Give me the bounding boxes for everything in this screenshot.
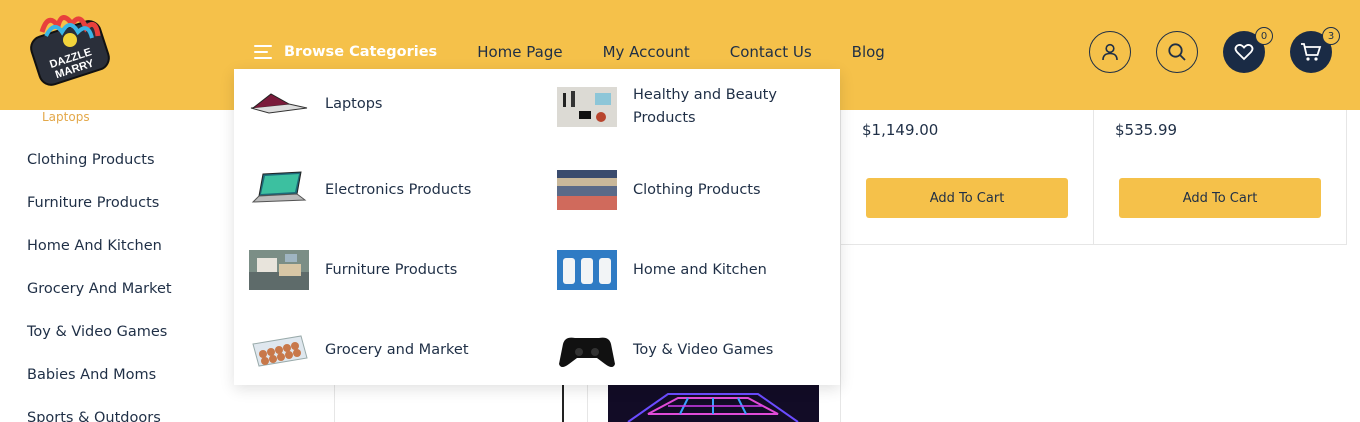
sidebar-item-grocery[interactable]: Grocery And Market [27,281,172,297]
sidebar-item-toys[interactable]: Toy & Video Games [27,324,167,340]
home-kitchen-thumbnail [557,250,617,290]
mega-item-label: Home and Kitchen [633,261,767,278]
main-nav: Browse Categories Home Page My Account C… [254,40,925,64]
sidebar-item-home-kitchen[interactable]: Home And Kitchen [27,238,162,254]
mega-item-label: Laptops [325,95,383,112]
card-divider [1346,110,1347,244]
mega-item-home-kitchen[interactable]: Home and Kitchen [557,250,767,290]
mega-item-grocery[interactable]: Grocery and Market [249,330,469,370]
mega-item-label: Toy & Video Games [633,341,774,358]
nav-home-page[interactable]: Home Page [477,43,562,61]
nav-contact-us[interactable]: Contact Us [730,43,812,61]
furniture-thumbnail [249,250,309,290]
cart-button[interactable]: 3 [1290,27,1340,73]
sidebar-item-furniture[interactable]: Furniture Products [27,195,159,211]
search-icon [1168,43,1186,61]
card-divider [587,380,588,422]
wishlist-button[interactable]: 0 [1223,27,1273,73]
card-bottom-border [840,244,1347,245]
clothing-thumbnail [557,170,617,210]
mega-item-label: Furniture Products [325,261,458,278]
mega-item-label: Grocery and Market [325,341,469,358]
grocery-thumbnail [249,330,309,370]
user-icon [1102,43,1118,61]
gamepad-thumbnail [557,330,617,370]
sidebar-item-clothing[interactable]: Clothing Products [27,152,155,168]
mega-item-toys[interactable]: Toy & Video Games [557,330,773,370]
nav-blog[interactable]: Blog [852,43,885,61]
browse-categories-label: Browse Categories [284,44,438,60]
mega-item-label: Clothing Products [633,181,761,198]
product-image-edge [562,384,564,422]
mega-item-electronics[interactable]: Electronics Products [249,170,471,210]
categories-mega-menu: Laptops Electronics Products Furniture P… [234,69,840,385]
electronics-thumbnail [249,170,309,210]
card-divider [334,380,335,422]
add-to-cart-button[interactable]: Add To Cart [866,178,1068,218]
site-logo[interactable]: DAZZLE MARRY [28,10,114,88]
mega-item-health-beauty[interactable]: Healthy and Beauty Products [557,84,813,130]
cart-count-badge: 3 [1322,27,1340,45]
mega-item-label: Healthy and Beauty Products [633,87,777,126]
mega-item-clothing[interactable]: Clothing Products [557,170,761,210]
laptop-thumbnail [249,84,309,124]
nav-my-account[interactable]: My Account [603,43,690,61]
mega-item-laptops[interactable]: Laptops [249,84,382,124]
card-divider [1093,110,1094,244]
browse-categories-button[interactable]: Browse Categories [254,44,437,60]
mega-item-furniture[interactable]: Furniture Products [249,250,457,290]
search-button[interactable] [1156,31,1198,73]
product-image[interactable] [608,384,819,422]
sidebar-item-babies[interactable]: Babies And Moms [27,367,156,383]
heart-icon [1234,44,1254,61]
mega-item-label: Electronics Products [325,181,472,198]
hamburger-icon [254,45,272,59]
product-price: $535.99 [1115,121,1178,139]
sidebar-subitem-laptops[interactable]: Laptops [42,110,90,124]
product-price: $1,149.00 [862,121,939,139]
add-to-cart-button[interactable]: Add To Cart [1119,178,1321,218]
cart-icon [1301,43,1322,61]
sidebar-item-sports[interactable]: Sports & Outdoors [27,410,161,422]
account-button[interactable] [1089,31,1131,73]
wishlist-count-badge: 0 [1255,27,1273,45]
beauty-thumbnail [557,87,617,127]
card-divider [840,110,841,422]
